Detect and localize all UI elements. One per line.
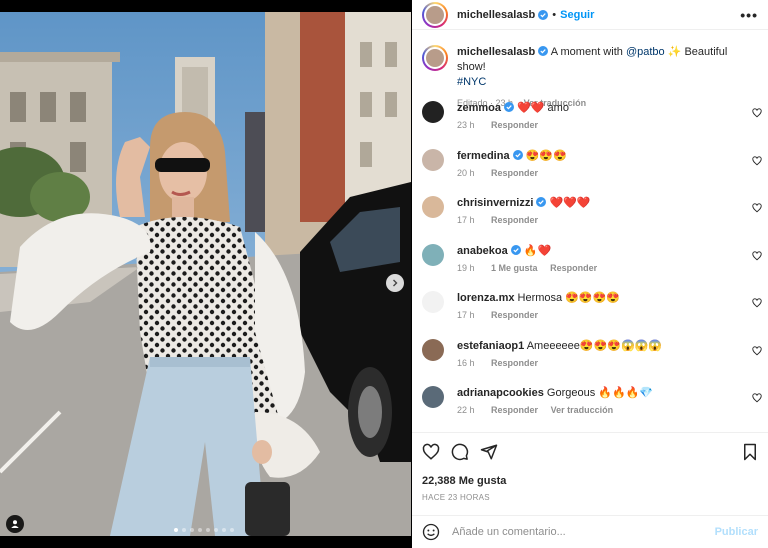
commenter-username[interactable]: chrisinvernizzi: [457, 197, 533, 209]
share-icon[interactable]: [480, 443, 498, 461]
verified-icon: [512, 149, 523, 160]
comment-text: 😍😍😍: [525, 149, 567, 162]
carousel-dot: [222, 528, 226, 532]
next-slide-button[interactable]: [386, 274, 404, 292]
add-comment-bar: Publicar: [412, 515, 768, 548]
comment-row: zemmoa ❤️❤️ amo 23 h Responder: [412, 101, 768, 149]
commenter-avatar[interactable]: [422, 291, 444, 313]
more-options-icon[interactable]: •••: [740, 7, 758, 23]
commenter-username[interactable]: adrianapcookies: [457, 387, 544, 399]
comment-like-heart-icon[interactable]: [752, 203, 762, 213]
heart-icon[interactable]: [422, 443, 440, 461]
comment-time: 17 h: [457, 310, 475, 320]
comment-like-heart-icon[interactable]: [752, 298, 762, 308]
comment-time: 19 h: [457, 262, 475, 273]
comment-text: ❤️❤️ amo: [517, 102, 569, 114]
commenter-username[interactable]: lorenza.mx: [457, 292, 514, 304]
verified-icon: [504, 102, 515, 112]
caption-mention[interactable]: @patbo: [626, 46, 665, 58]
comment-input[interactable]: [452, 526, 715, 538]
likes-count[interactable]: 22,388 Me gusta: [422, 475, 758, 487]
post-timestamp: HACE 23 HORAS: [422, 493, 490, 502]
comment-time: 17 h: [457, 215, 475, 225]
header-separator: •: [552, 8, 557, 21]
comment-time: 22 h: [457, 405, 475, 415]
comment-like-heart-icon[interactable]: [752, 250, 762, 261]
author-avatar[interactable]: [422, 1, 448, 28]
comment-time: 23 h: [457, 120, 475, 130]
comment-row: anabekoa 🔥❤️ 19 h 1 Me gusta Responder: [412, 243, 768, 292]
emoji-icon[interactable]: [422, 523, 440, 541]
comment-time: 20 h: [457, 167, 475, 178]
reply-button[interactable]: Responder: [550, 263, 597, 273]
comment-items: zemmoa ❤️❤️ amo 23 h Responder fermedina…: [412, 101, 768, 430]
comment-icon[interactable]: [451, 443, 469, 461]
comment-time: 16 h: [457, 357, 475, 368]
comment-row: fermedina 😍😍😍 20 h Responder: [412, 148, 768, 197]
post-sidebar: michellesalasb • Seguir ••• michellesala…: [412, 0, 768, 548]
commenter-avatar[interactable]: [422, 101, 444, 123]
comment-like-heart-icon[interactable]: [752, 345, 762, 356]
carousel-dot: [182, 528, 186, 532]
comment-text: ❤️❤️❤️: [549, 197, 591, 209]
tagged-users-button[interactable]: [6, 515, 24, 533]
comment-text: Hermosa 😍😍😍😍: [517, 292, 620, 304]
bookmark-icon[interactable]: [742, 443, 758, 461]
commenter-username[interactable]: zemmoa: [457, 102, 501, 114]
post-header: michellesalasb • Seguir •••: [412, 0, 768, 30]
caption-text: A moment with: [550, 46, 623, 58]
chevron-right-icon: [393, 279, 398, 287]
comment-like-heart-icon[interactable]: [752, 393, 762, 403]
commenter-avatar[interactable]: [422, 196, 444, 218]
carousel-dot: [174, 528, 178, 532]
caption-username[interactable]: michellesalasb: [457, 46, 535, 58]
reply-button[interactable]: Responder: [491, 120, 538, 130]
carousel-dot: [206, 528, 210, 532]
comment-likes[interactable]: 1 Me gusta: [491, 263, 538, 273]
verified-icon: [536, 197, 547, 207]
street-fashion-photo: [0, 12, 411, 536]
post-caption: michellesalasb A moment with @patbo ✨ Be…: [412, 31, 768, 108]
verified-icon: [538, 46, 549, 56]
comment-text: Gorgeous 🔥🔥🔥💎: [546, 387, 654, 399]
carousel-indicator: [174, 528, 234, 532]
verified-icon: [538, 9, 549, 20]
caption-hashtag[interactable]: #NYC: [457, 76, 486, 88]
see-translation-link[interactable]: Ver traducción: [551, 405, 614, 415]
commenter-avatar[interactable]: [422, 148, 444, 171]
post-viewer: michellesalasb • Seguir ••• michellesala…: [0, 0, 768, 548]
follow-button[interactable]: Seguir: [560, 9, 594, 21]
comment-row: chrisinvernizzi ❤️❤️❤️ 17 h Responder: [412, 196, 768, 244]
reply-button[interactable]: Responder: [491, 215, 538, 225]
carousel-dot: [198, 528, 202, 532]
author-username[interactable]: michellesalasb: [457, 9, 535, 21]
reply-button[interactable]: Responder: [491, 358, 538, 368]
reply-button[interactable]: Responder: [491, 405, 538, 415]
commenter-username[interactable]: fermedina: [457, 150, 510, 162]
reply-button[interactable]: Responder: [491, 168, 538, 178]
commenter-avatar[interactable]: [422, 386, 444, 408]
post-photo[interactable]: [0, 12, 411, 536]
comment-text: 🔥❤️: [523, 244, 552, 257]
commenter-avatar[interactable]: [422, 243, 444, 266]
comment-row: lorenza.mx Hermosa 😍😍😍😍 17 h Responder: [412, 291, 768, 339]
user-tag-icon: [11, 520, 19, 528]
comments-list[interactable]: michellesalasb A moment with @patbo ✨ Be…: [412, 31, 768, 430]
post-actions: 22,388 Me gusta HACE 23 HORAS: [412, 432, 768, 512]
comment-text: Ameeeeee😍😍😍😱😱😱: [526, 339, 663, 352]
carousel-dot: [190, 528, 194, 532]
publish-button[interactable]: Publicar: [715, 526, 758, 538]
commenter-avatar[interactable]: [422, 338, 444, 361]
commenter-username[interactable]: anabekoa: [457, 245, 508, 257]
comment-like-heart-icon[interactable]: [752, 108, 762, 118]
caption-avatar[interactable]: [422, 45, 448, 71]
commenter-username[interactable]: estefaniaop1: [457, 340, 524, 352]
comment-like-heart-icon[interactable]: [752, 155, 762, 166]
carousel-dot: [230, 528, 234, 532]
comment-row: estefaniaop1 Ameeeeee😍😍😍😱😱😱 16 h Respond…: [412, 338, 768, 387]
carousel-dot: [214, 528, 218, 532]
verified-icon: [510, 244, 521, 255]
comment-row: adrianapcookies Gorgeous 🔥🔥🔥💎 22 h Respo…: [412, 386, 768, 430]
reply-button[interactable]: Responder: [491, 310, 538, 320]
